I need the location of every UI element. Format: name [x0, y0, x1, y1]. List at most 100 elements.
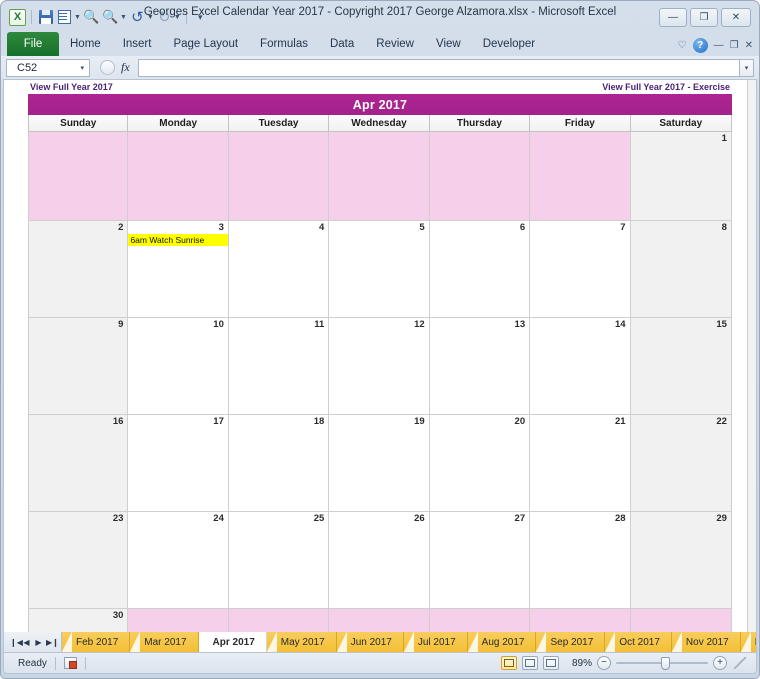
formula-input[interactable] — [137, 58, 740, 77]
calendar-day-cell[interactable] — [228, 132, 330, 221]
calendar-day-cell[interactable]: 19 — [329, 415, 430, 512]
print-preview-icon[interactable] — [56, 9, 73, 26]
calendar-day-cell[interactable]: 1 — [630, 132, 732, 221]
sheet-tab-may-2017[interactable]: May 2017 — [266, 632, 337, 652]
calendar-day-cell[interactable] — [630, 609, 732, 632]
page-layout-view-icon[interactable] — [522, 656, 538, 670]
calendar-day-cell[interactable]: 9 — [28, 318, 129, 415]
calendar-day-cell[interactable]: 18 — [228, 415, 330, 512]
redo-dropdown-icon[interactable]: ▼ — [174, 14, 181, 21]
tab-page-layout[interactable]: Page Layout — [162, 32, 249, 56]
calendar-day-cell[interactable] — [429, 132, 531, 221]
sheet-tab-apr-2017[interactable]: Apr 2017 — [198, 632, 267, 652]
calendar-day-cell[interactable]: 21 — [530, 415, 631, 512]
calendar-day-cell[interactable]: 30 — [28, 609, 129, 632]
customize-quick-access-icon[interactable]: ▾ — [192, 9, 209, 26]
undo-icon[interactable]: ↺ — [129, 9, 146, 26]
calendar-day-cell[interactable]: 23 — [28, 512, 129, 609]
calendar-day-cell[interactable]: 15 — [630, 318, 732, 415]
tab-developer[interactable]: Developer — [472, 32, 546, 56]
zoom-slider-handle[interactable] — [661, 657, 670, 670]
formula-toggle-icon[interactable] — [100, 60, 115, 75]
tab-formulas[interactable]: Formulas — [249, 32, 319, 56]
calendar-day-cell[interactable]: 22 — [630, 415, 732, 512]
workbook-minimize-icon[interactable]: — — [714, 40, 724, 51]
sheet-tab-sep-2017[interactable]: Sep 2017 — [536, 632, 606, 652]
calendar-event[interactable]: 6am Watch Sunrise — [128, 234, 228, 246]
zoom-slider[interactable] — [616, 656, 708, 670]
calendar-day-cell[interactable]: 27 — [429, 512, 531, 609]
calendar-day-cell[interactable]: 25 — [228, 512, 330, 609]
minimize-ribbon-icon[interactable]: ♡ — [678, 40, 687, 51]
save-icon[interactable] — [37, 9, 54, 26]
calendar-day-cell[interactable]: 24 — [128, 512, 229, 609]
normal-view-icon[interactable] — [501, 656, 517, 670]
calendar-day-cell[interactable]: 10 — [128, 318, 229, 415]
tab-review[interactable]: Review — [365, 32, 425, 56]
calendar-day-cell[interactable]: 5 — [329, 221, 430, 318]
sheet-tab-feb-2017[interactable]: Feb 2017 — [62, 632, 131, 652]
find-dropdown-icon[interactable]: ▼ — [120, 14, 127, 21]
calendar-day-cell[interactable]: 4 — [228, 221, 330, 318]
calendar-day-cell[interactable]: 12 — [329, 318, 430, 415]
zoom-out-button[interactable]: − — [597, 656, 611, 670]
next-sheet-icon[interactable]: ▶ — [34, 638, 43, 647]
help-icon[interactable]: ? — [692, 38, 708, 53]
view-full-year-exercise-link[interactable]: View Full Year 2017 - Exercise — [602, 82, 730, 92]
calendar-day-cell[interactable]: 20 — [429, 415, 531, 512]
redo-icon[interactable]: ↻ — [156, 9, 173, 26]
tab-view[interactable]: View — [425, 32, 472, 56]
workbook-close-icon[interactable]: ✕ — [745, 40, 753, 51]
calendar-day-cell[interactable] — [128, 132, 229, 221]
first-sheet-icon[interactable]: ❙◀ — [10, 638, 23, 647]
resize-grip[interactable] — [734, 657, 746, 669]
undo-dropdown-icon[interactable]: ▼ — [147, 14, 154, 21]
calendar-day-cell[interactable] — [329, 132, 430, 221]
page-break-view-icon[interactable] — [543, 656, 559, 670]
close-button[interactable]: ✕ — [721, 7, 751, 27]
calendar-day-cell[interactable]: 26 — [329, 512, 430, 609]
calendar-day-cell[interactable]: 16 — [28, 415, 129, 512]
tab-file[interactable]: File — [7, 32, 59, 56]
sheet-tab-jun-2017[interactable]: Jun 2017 — [336, 632, 404, 652]
find-icon[interactable]: 🔍 — [83, 9, 100, 26]
sheet-tab-aug-2017[interactable]: Aug 2017 — [467, 632, 537, 652]
calendar-day-cell[interactable]: 17 — [128, 415, 229, 512]
sheet-tab-jul-2017[interactable]: Jul 2017 — [403, 632, 468, 652]
workbook-restore-icon[interactable]: ❐ — [730, 40, 739, 51]
calendar-day-cell[interactable]: 2 — [28, 221, 129, 318]
calendar-day-cell[interactable] — [28, 132, 129, 221]
name-box-dropdown-icon[interactable]: ▾ — [80, 64, 84, 72]
excel-app-icon[interactable]: X — [9, 8, 26, 26]
last-sheet-icon[interactable]: ▶❙ — [46, 638, 59, 647]
calendar-day-cell[interactable] — [128, 609, 229, 632]
calendar-day-cell[interactable]: 13 — [429, 318, 531, 415]
tab-home[interactable]: Home — [59, 32, 112, 56]
zoom-in-button[interactable]: + — [713, 656, 727, 670]
name-box[interactable]: C52 ▾ — [6, 58, 90, 77]
calendar-day-cell[interactable] — [329, 609, 430, 632]
tab-data[interactable]: Data — [319, 32, 365, 56]
calendar-day-cell[interactable] — [429, 609, 531, 632]
minimize-button[interactable]: — — [659, 7, 687, 27]
record-macro-icon[interactable] — [63, 657, 77, 669]
calendar-day-cell[interactable]: 6 — [429, 221, 531, 318]
find-next-icon[interactable]: 🔍 — [102, 9, 119, 26]
print-preview-dropdown-icon[interactable]: ▼ — [74, 14, 81, 21]
restore-button[interactable]: ❐ — [690, 7, 718, 27]
calendar-day-cell[interactable]: 11 — [228, 318, 330, 415]
zoom-percent[interactable]: 89% — [564, 658, 592, 669]
calendar-day-cell[interactable]: 3 6am Watch Sunrise — [128, 221, 229, 318]
calendar-day-cell[interactable]: 14 — [530, 318, 631, 415]
calendar-day-cell[interactable]: 28 — [530, 512, 631, 609]
calendar-day-cell[interactable]: 8 — [630, 221, 732, 318]
insert-function-icon[interactable]: fx — [121, 60, 130, 75]
tab-insert[interactable]: Insert — [112, 32, 163, 56]
calendar-day-cell[interactable]: 29 — [630, 512, 732, 609]
sheet-tab-nov-2017[interactable]: Nov 2017 — [671, 632, 741, 652]
calendar-day-cell[interactable]: 7 — [530, 221, 631, 318]
expand-formula-bar-icon[interactable]: ▾ — [740, 58, 754, 77]
calendar-day-cell[interactable] — [228, 609, 330, 632]
sheet-tab-d[interactable]: D — [740, 632, 756, 652]
calendar-day-cell[interactable] — [530, 609, 631, 632]
